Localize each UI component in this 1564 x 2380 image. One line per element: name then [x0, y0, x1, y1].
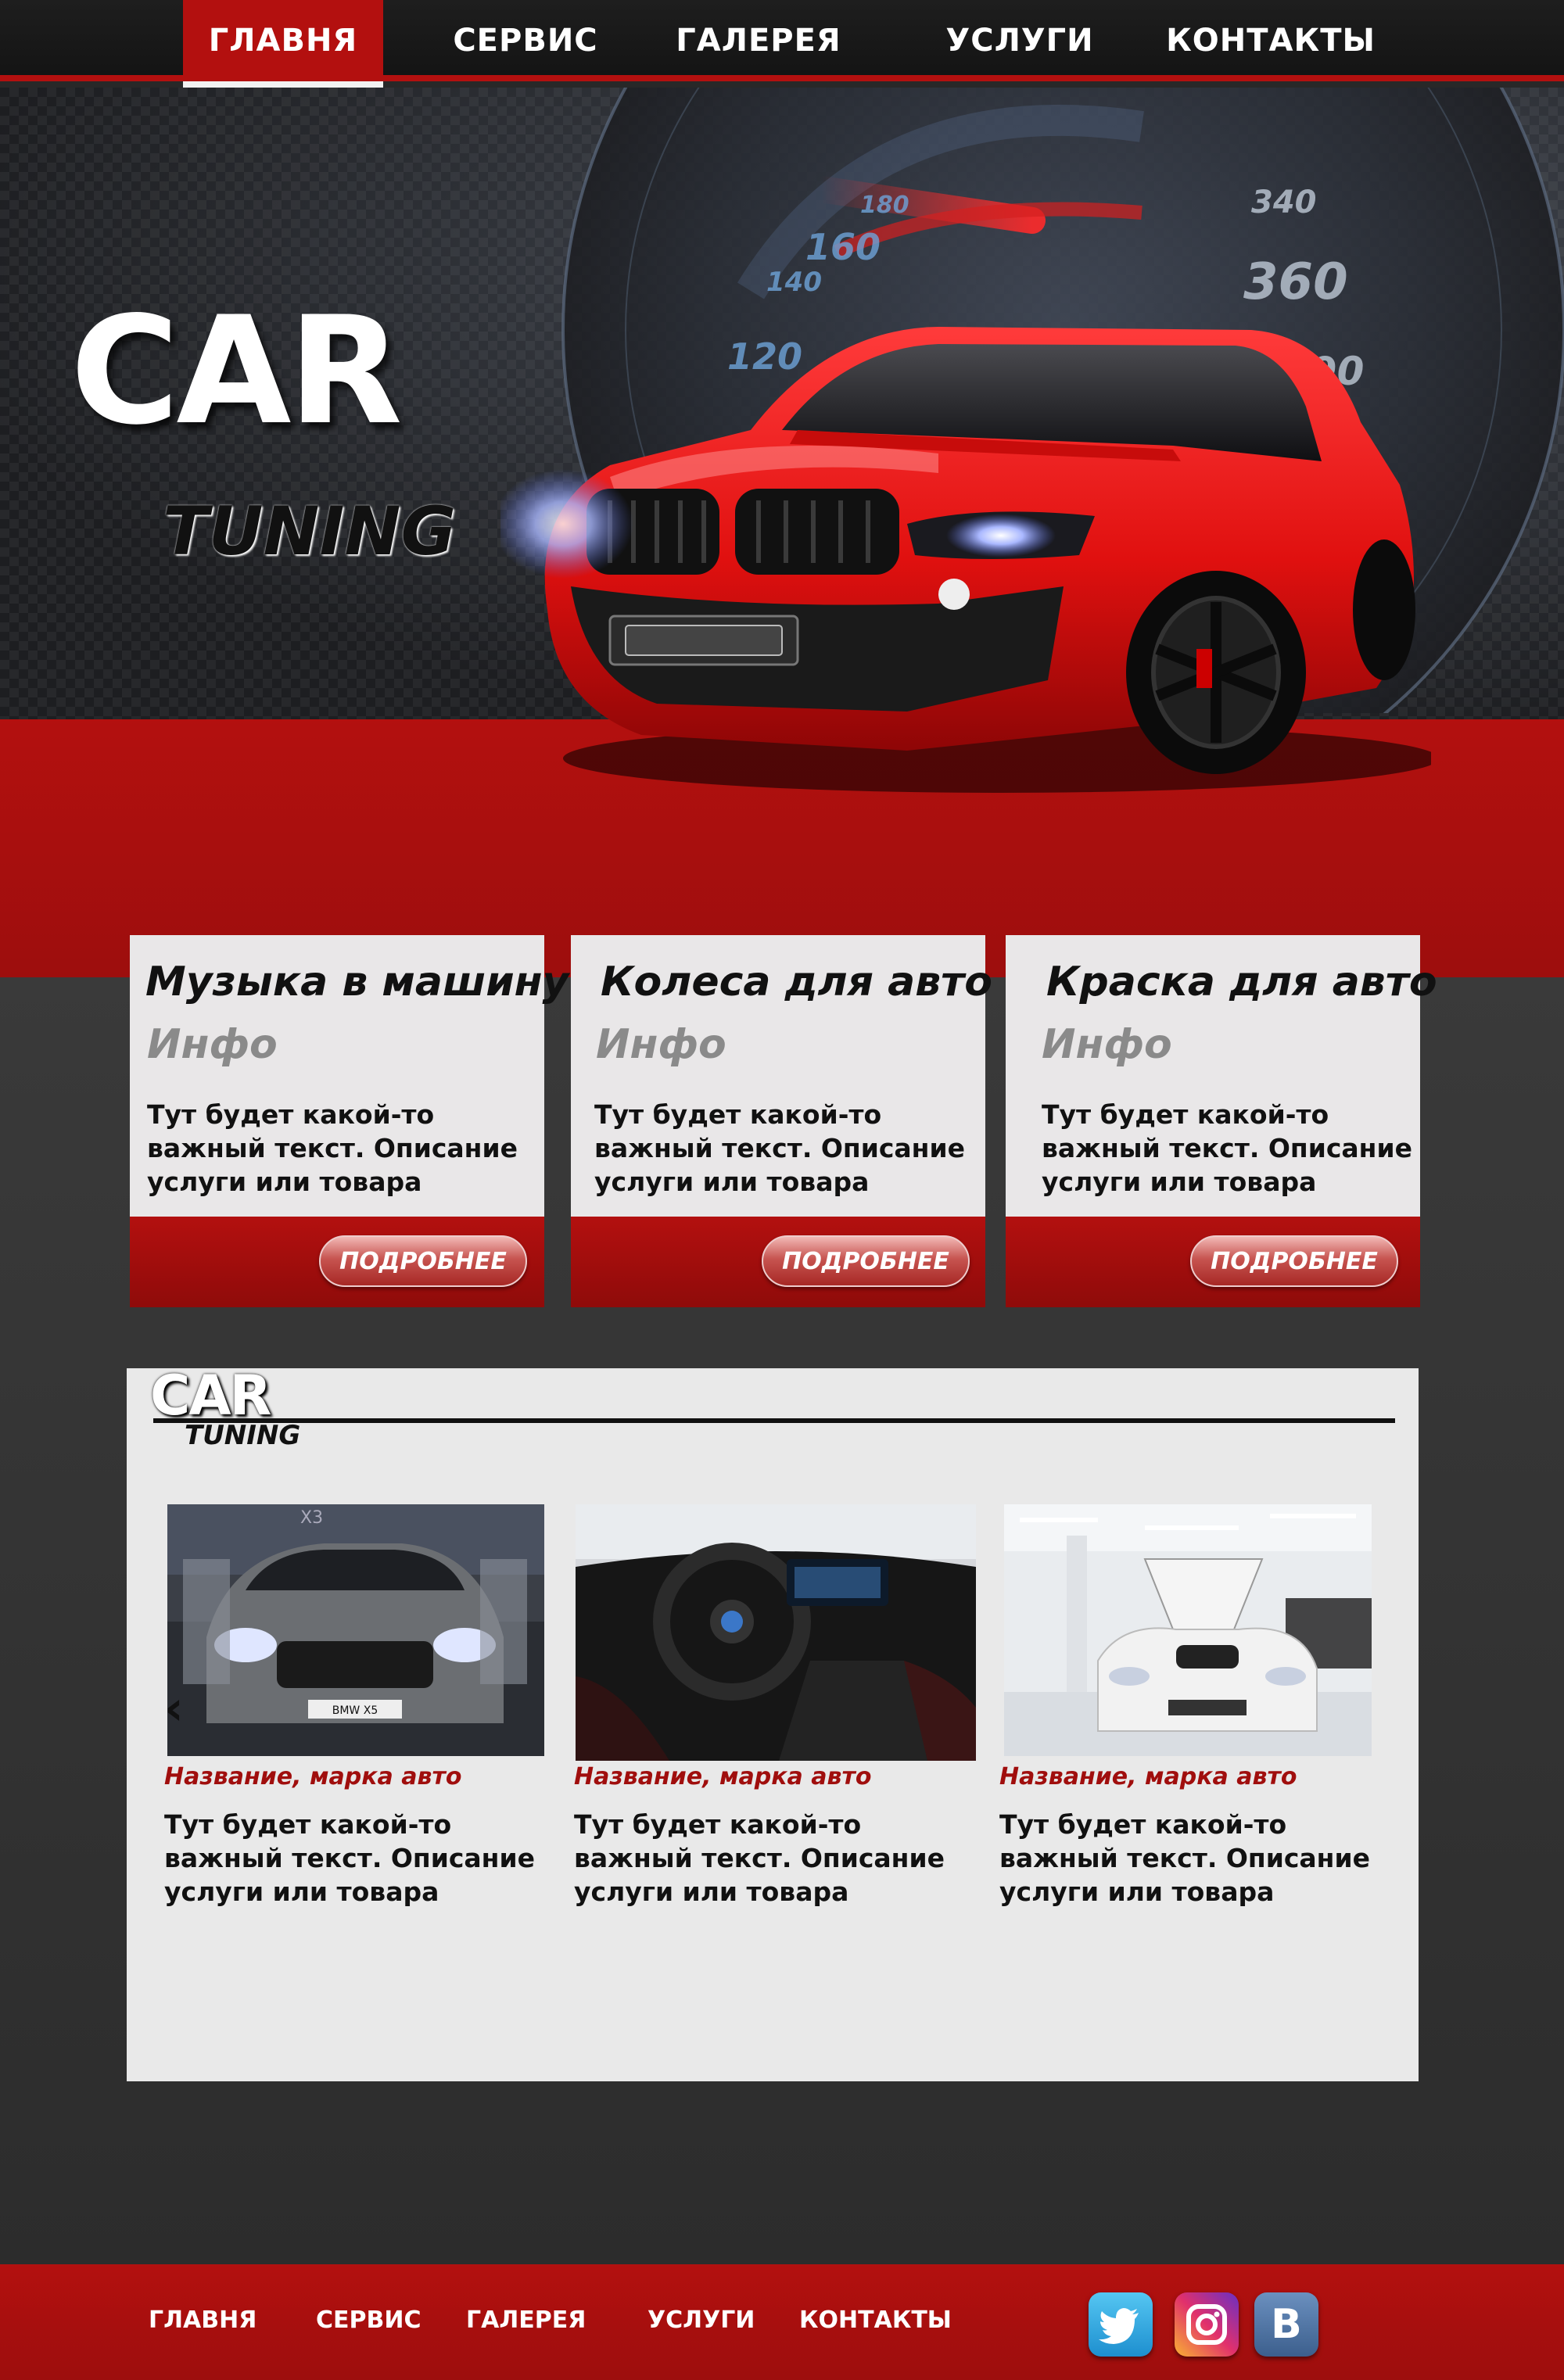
- more-button[interactable]: ПОДРОБНЕЕ: [319, 1235, 527, 1287]
- footer-link-gallery[interactable]: ГАЛЕРЕЯ: [466, 2307, 586, 2334]
- footer-link-contacts[interactable]: КОНТАКТЫ: [799, 2307, 952, 2334]
- speedo-label-180: 180: [860, 192, 909, 219]
- speedo-label-160: 160: [805, 226, 881, 268]
- speedo-label-340: 340: [1251, 185, 1317, 220]
- footer-link-services[interactable]: УСЛУГИ: [647, 2307, 755, 2334]
- service-card-music: Музыка в машину Инфо Тут будет какой-то …: [130, 935, 569, 1307]
- card-title: Музыка в машину: [145, 959, 569, 1005]
- gallery-logo-car: CAR: [150, 1364, 271, 1428]
- speedo-label-140: 140: [766, 267, 822, 298]
- hero-logo-tuning: TUNING: [163, 493, 457, 571]
- nav-item-services[interactable]: УСЛУГИ: [934, 0, 1106, 81]
- red-suv-image: [500, 327, 1431, 793]
- gallery-photo-grey-suv[interactable]: X3 BMW X5: [167, 1504, 544, 1756]
- gallery-item-text: Тут будет какой-то важный текст. Описани…: [574, 1809, 945, 1907]
- card-subtitle: Инфо: [596, 1021, 726, 1068]
- card-description: Тут будет какой-то важный текст. Описани…: [1042, 1099, 1412, 1197]
- footer-link-home[interactable]: ГЛАВНЯ: [149, 2307, 256, 2334]
- card-subtitle: Инфо: [147, 1021, 278, 1068]
- more-button[interactable]: ПОДРОБНЕЕ: [762, 1235, 970, 1287]
- gallery-item-name[interactable]: Название, марка авто: [574, 1763, 871, 1790]
- gallery-item-text: Тут будет какой-то важный текст. Описани…: [164, 1809, 535, 1907]
- gallery-prev-arrow[interactable]: ‹: [164, 1681, 184, 1736]
- vk-glyph: B: [1271, 2301, 1302, 2348]
- vk-icon[interactable]: B: [1254, 2292, 1318, 2357]
- more-button[interactable]: ПОДРОБНЕЕ: [1190, 1235, 1398, 1287]
- card-footer: ПОДРОБНЕЕ: [571, 1217, 985, 1307]
- card-footer: ПОДРОБНЕЕ: [1006, 1217, 1420, 1307]
- gallery-item-name[interactable]: Название, марка авто: [164, 1763, 461, 1790]
- nav-item-home[interactable]: ГЛАВНЯ: [183, 0, 383, 88]
- card-subtitle: Инфо: [1042, 1021, 1172, 1068]
- top-navigation: ГЛАВНЯ СЕРВИС ГАЛЕРЕЯ УСЛУГИ КОНТАКТЫ: [0, 0, 1564, 88]
- hero-logo-car: CAR: [70, 285, 403, 457]
- instagram-icon[interactable]: [1175, 2292, 1239, 2357]
- gallery-item-text: Тут будет какой-то важный текст. Описани…: [999, 1809, 1370, 1907]
- service-card-paint: Краска для авто Инфо Тут будет какой-то …: [1006, 935, 1437, 1307]
- gallery-logo-tuning: TUNING: [185, 1420, 301, 1451]
- nav-item-service[interactable]: СЕРВИС: [438, 0, 613, 81]
- gallery-photo-interior[interactable]: [576, 1504, 976, 1761]
- license-plate: BMW X5: [332, 1704, 378, 1717]
- footer-link-service[interactable]: СЕРВИС: [316, 2307, 421, 2334]
- show-badge: X3: [300, 1508, 323, 1528]
- nav-item-contacts[interactable]: КОНТАКТЫ: [1165, 0, 1376, 81]
- service-card-wheels: Колеса для авто Инфо Тут будет какой-то …: [571, 935, 992, 1307]
- card-description: Тут будет какой-то важный текст. Описани…: [594, 1099, 965, 1197]
- speedo-label-360: 360: [1243, 253, 1348, 311]
- gallery-section: CAR TUNING X3 BMW X5 ‹ Название, марка а…: [127, 1368, 1419, 2081]
- gallery-photo-garage[interactable]: [1004, 1504, 1372, 1756]
- twitter-icon[interactable]: [1089, 2292, 1153, 2357]
- nav-item-gallery[interactable]: ГАЛЕРЕЯ: [665, 0, 852, 81]
- card-title: Колеса для авто: [601, 959, 993, 1005]
- card-title: Краска для авто: [1046, 959, 1437, 1005]
- footer: ГЛАВНЯ СЕРВИС ГАЛЕРЕЯ УСЛУГИ КОНТАКТЫ B: [0, 2264, 1564, 2380]
- gallery-item-name[interactable]: Название, марка авто: [999, 1763, 1297, 1790]
- card-footer: ПОДРОБНЕЕ: [130, 1217, 544, 1307]
- gallery-divider: [153, 1418, 1395, 1423]
- card-description: Тут будет какой-то важный текст. Описани…: [147, 1099, 518, 1197]
